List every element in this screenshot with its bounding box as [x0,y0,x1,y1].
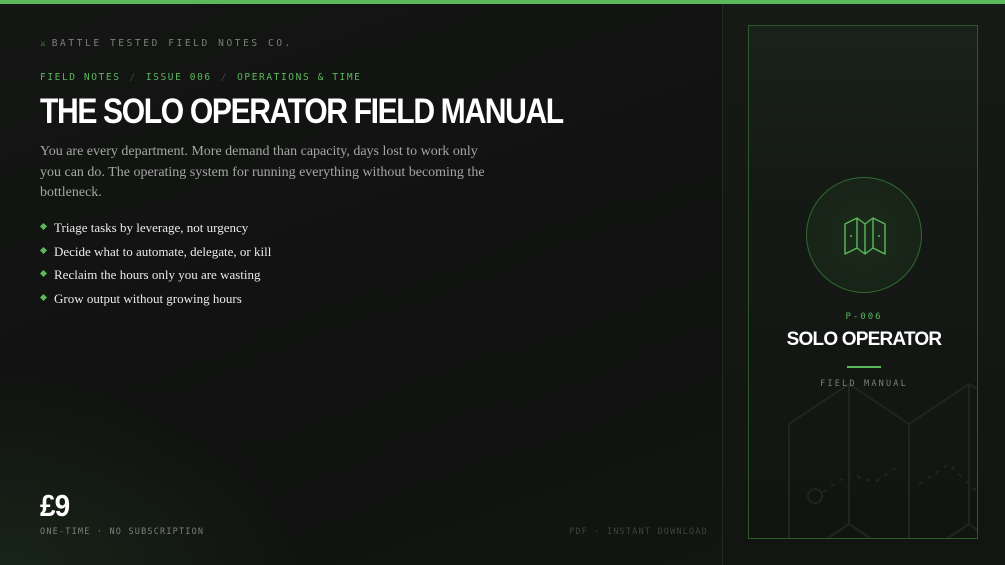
breadcrumb-item-issue: ISSUE 006 [145,72,212,83]
cover-title: SOLO OPERATOR [786,329,942,350]
page-title: THE SOLO OPERATOR FIELD MANUAL [40,92,564,131]
list-item: Grow output without growing hours [39,290,271,315]
list-item: Triage tasks by leverage, not urgency [39,220,271,244]
price-note: ONE-TIME · NO SUBSCRIPTION [40,527,205,537]
brand-name: BATTLE TESTED FIELD NOTES CO. [51,38,293,49]
product-description: You are every department. More demand th… [40,144,485,201]
diamond-bullet-icon [39,293,48,301]
emblem-circle [806,177,922,293]
crossed-swords-icon: ⚔ [40,38,46,49]
feature-list: Triage tasks by leverage, not urgency De… [39,220,272,315]
background-map-icon [788,382,977,538]
brand-line: ⚔ BATTLE TESTED FIELD NOTES CO. [40,38,293,49]
feature-text: Grow output without growing hours [54,290,242,306]
breadcrumb-separator: / [129,72,137,83]
cover-subtitle: FIELD MANUAL [820,379,908,389]
breadcrumb: FIELD NOTES / ISSUE 006 / OPERATIONS & TIME [40,72,362,83]
product-cover-card: P-006 SOLO OPERATOR FIELD MANUAL [748,25,978,539]
product-code: P-006 [845,312,883,322]
list-item: Reclaim the hours only you are wasting [39,267,271,291]
diamond-bullet-icon [39,222,48,231]
diamond-bullet-icon [39,246,48,254]
breadcrumb-item-field-notes: FIELD NOTES [40,72,121,83]
diamond-bullet-icon [39,269,48,278]
breadcrumb-separator: / [220,72,229,83]
feature-text: Triage tasks by leverage, not urgency [54,220,249,235]
cover-divider [847,366,881,368]
list-item: Decide what to automate, delegate, or ki… [39,243,272,268]
price: £9 [40,488,70,523]
feature-text: Reclaim the hours only you are wasting [54,267,261,282]
breadcrumb-item-category: OPERATIONS & TIME [237,72,362,83]
folded-map-icon [844,217,886,255]
feature-text: Decide what to automate, delegate, or ki… [54,243,272,259]
format-note: PDF · INSTANT DOWNLOAD [569,527,708,537]
